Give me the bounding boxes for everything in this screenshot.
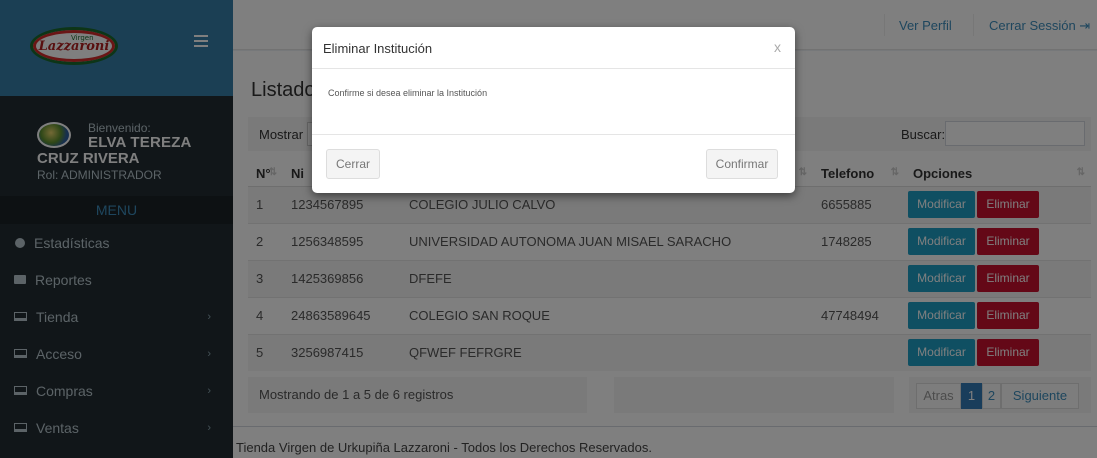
modal-header: Eliminar Institución x — [312, 27, 795, 69]
modal-title: Eliminar Institución — [323, 41, 433, 56]
modal-footer: Cerrar Confirmar — [312, 135, 795, 193]
cancel-button[interactable]: Cerrar — [326, 149, 380, 179]
confirm-button[interactable]: Confirmar — [706, 149, 778, 179]
close-icon[interactable]: x — [774, 39, 781, 55]
modal-body: Confirme si desea eliminar la Institució… — [312, 69, 795, 135]
delete-institution-dialog: Eliminar Institución x Confirme si desea… — [312, 27, 795, 193]
